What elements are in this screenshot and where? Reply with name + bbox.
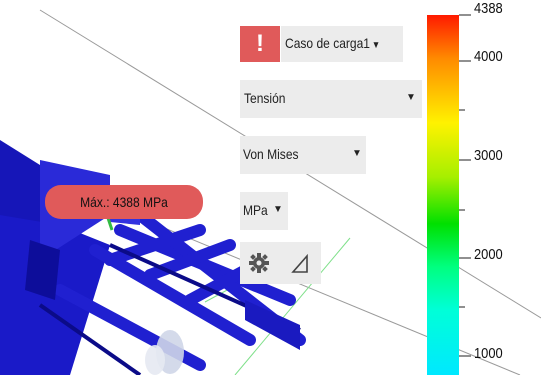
legend-tick-max: 4388	[474, 0, 503, 17]
max-value-label: Máx.: 4388 MPa	[45, 185, 203, 219]
result-type-dropdown[interactable]: Tensión ▼	[240, 80, 422, 118]
triangle-icon[interactable]	[290, 254, 310, 274]
warning-icon[interactable]: !	[240, 26, 280, 62]
chevron-down-icon: ▼	[273, 204, 283, 215]
result-type-label: Tensión	[244, 90, 286, 106]
unit-dropdown[interactable]: MPa ▼	[240, 192, 288, 230]
gear-icon[interactable]	[248, 252, 270, 274]
chevron-down-icon: ▼	[371, 40, 381, 51]
legend-tick-4000: 4000	[474, 48, 503, 65]
component-dropdown[interactable]: Von Mises ▼	[240, 136, 366, 174]
load-case-dropdown[interactable]: Caso de carga1 ▼	[281, 26, 403, 62]
tool-bar	[240, 242, 321, 284]
color-legend-bar	[427, 15, 459, 375]
load-case-label: Caso de carga1	[285, 35, 371, 51]
legend-tick-1000: 1000	[474, 345, 503, 362]
chevron-down-icon: ▼	[352, 148, 362, 159]
chevron-down-icon: ▼	[406, 92, 416, 103]
legend-tick-3000: 3000	[474, 147, 503, 164]
component-label: Von Mises	[243, 146, 299, 162]
unit-label: MPa	[243, 202, 268, 218]
legend-tick-2000: 2000	[474, 246, 503, 263]
